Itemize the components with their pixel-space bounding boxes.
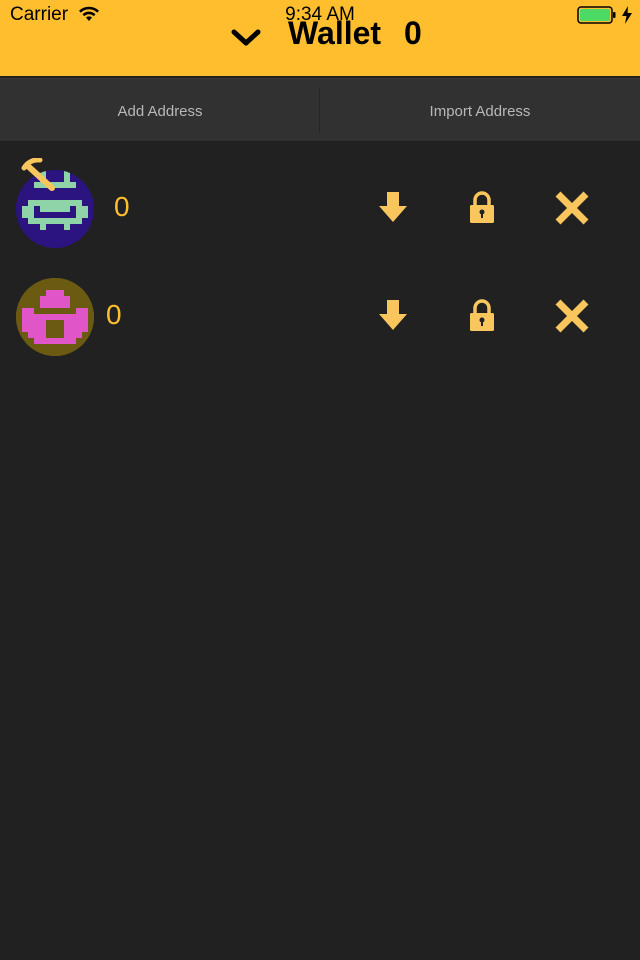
close-x-icon[interactable] <box>552 188 592 228</box>
address-balance: 0 <box>114 191 130 222</box>
wallet-screen: Carrier 9:34 AM Wallet 0 Add Address Imp… <box>0 0 640 960</box>
close-x-icon[interactable] <box>552 296 592 336</box>
address-row[interactable]: 0 <box>0 158 640 258</box>
add-address-button[interactable]: Add Address <box>0 79 320 141</box>
address-row[interactable]: 0 <box>0 266 640 366</box>
chevron-down-icon[interactable] <box>231 28 261 48</box>
download-arrow-icon[interactable] <box>373 188 413 228</box>
charging-bolt-icon <box>622 6 632 24</box>
pickaxe-icon <box>21 158 55 191</box>
lock-icon[interactable] <box>462 296 502 336</box>
battery-icon <box>577 6 616 24</box>
page-title: Wallet <box>288 15 382 51</box>
address-balance: 0 <box>106 299 122 330</box>
action-bar: Add Address Import Address <box>0 78 640 141</box>
import-address-button[interactable]: Import Address <box>320 79 640 141</box>
space-invader-avatar-icon <box>16 278 94 356</box>
avatar <box>16 278 94 356</box>
lock-icon[interactable] <box>462 188 502 228</box>
wallet-balance: 0 <box>404 15 422 51</box>
header-bar: Carrier 9:34 AM Wallet 0 <box>0 0 640 76</box>
download-arrow-icon[interactable] <box>373 296 413 336</box>
